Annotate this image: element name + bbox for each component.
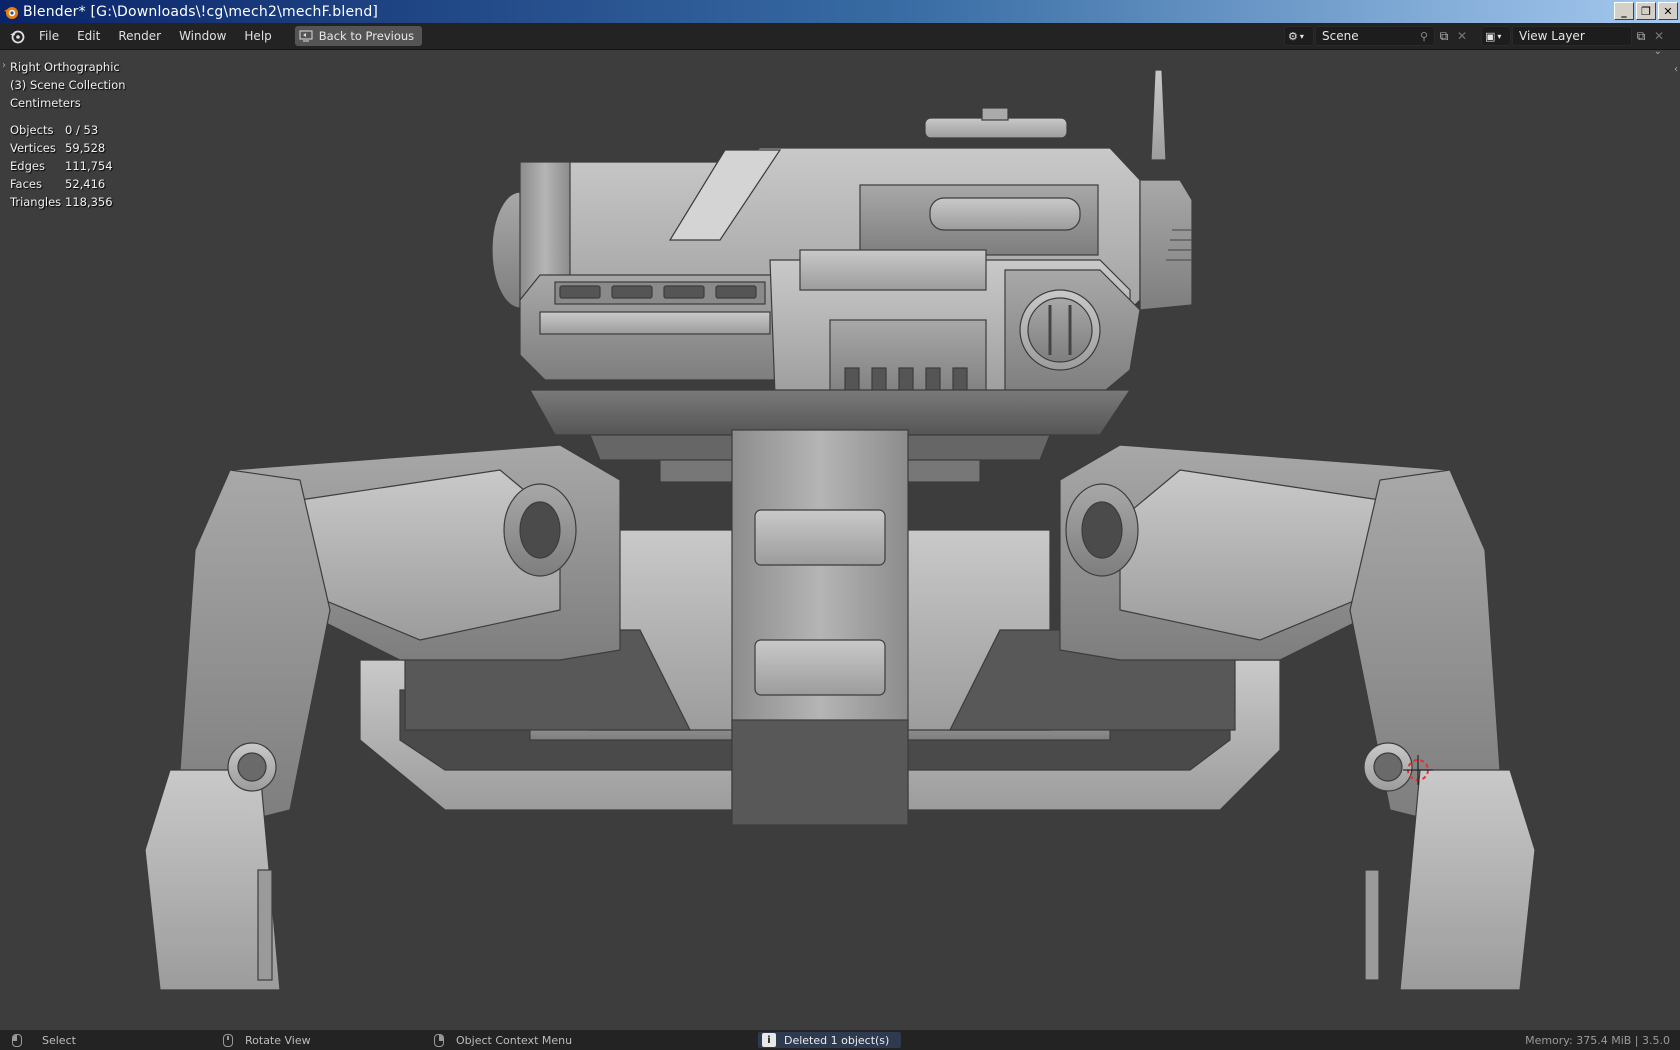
scene-name: Scene <box>1322 29 1359 43</box>
scene-name-field[interactable]: Scene ⚲ <box>1315 26 1435 46</box>
window-title: Blender* [G:\Downloads\!cg\mech2\mechF.b… <box>23 3 379 20</box>
screen-back-icon <box>299 30 313 42</box>
report-message-label: Deleted 1 object(s) <box>784 1033 890 1047</box>
back-to-previous-label: Back to Previous <box>318 29 415 43</box>
menu-edit[interactable]: Edit <box>68 25 109 47</box>
minimize-button[interactable]: _ <box>1614 2 1634 20</box>
mouse-middle-icon <box>223 1033 233 1047</box>
new-scene-icon[interactable]: ⧉ <box>1435 27 1453 45</box>
menu-render[interactable]: Render <box>109 25 170 47</box>
scene-browse-button[interactable]: ⚙ ▾ <box>1284 26 1314 46</box>
scene-icon: ⚙ <box>1288 29 1298 43</box>
back-to-previous-button[interactable]: Back to Previous <box>294 26 423 46</box>
status-context-label: Object Context Menu <box>456 1033 573 1047</box>
mech-model-render <box>144 69 1536 991</box>
memory-version-label: Memory: 375.4 MiB | 3.5.0 <box>1525 1033 1670 1047</box>
blender-logo-icon <box>4 6 18 19</box>
menu-window[interactable]: Window <box>170 25 235 47</box>
report-message[interactable]: i Deleted 1 object(s) <box>758 1032 902 1048</box>
menu-help[interactable]: Help <box>235 25 280 47</box>
status-bar: Select Rotate View Object Context Menu i… <box>0 1030 1680 1050</box>
remove-scene-icon[interactable]: ✕ <box>1453 27 1471 45</box>
mouse-left-icon <box>12 1033 22 1047</box>
top-menu-bar: File Edit Render Window Help Back to Pre… <box>0 23 1680 50</box>
render-layers-icon: ▣ <box>1485 29 1496 43</box>
status-select-label: Select <box>42 1033 76 1047</box>
pin-icon[interactable]: ⚲ <box>1420 30 1428 43</box>
status-rotate-label: Rotate View <box>245 1033 311 1047</box>
status-select: Select <box>12 1033 76 1047</box>
status-rotate: Rotate View <box>223 1033 311 1047</box>
remove-view-layer-icon[interactable]: ✕ <box>1650 27 1668 45</box>
view-layer-name-field[interactable]: View Layer <box>1512 26 1632 46</box>
view-layer-name: View Layer <box>1519 29 1585 43</box>
close-button[interactable]: ✕ <box>1658 2 1678 20</box>
memory-version: Memory: 375.4 MiB | 3.5.0 <box>1525 1034 1670 1047</box>
chevron-down-icon: ▾ <box>1497 31 1502 41</box>
menu-file[interactable]: File <box>30 25 68 47</box>
chevron-down-icon: ▾ <box>1299 31 1304 41</box>
blender-menu-icon[interactable] <box>4 23 30 49</box>
status-context: Object Context Menu <box>434 1033 573 1047</box>
new-view-layer-icon[interactable]: ⧉ <box>1632 27 1650 45</box>
info-icon: i <box>762 1033 776 1047</box>
mouse-right-icon <box>434 1033 444 1047</box>
restore-button[interactable]: ❐ <box>1636 2 1656 20</box>
3d-viewport[interactable]: › ‹ ⌄ Right Orthographic (3) Scene Colle… <box>0 50 1680 1030</box>
view-layer-browse-button[interactable]: ▣ ▾ <box>1481 26 1511 46</box>
window-titlebar: Blender* [G:\Downloads\!cg\mech2\mechF.b… <box>0 0 1680 23</box>
